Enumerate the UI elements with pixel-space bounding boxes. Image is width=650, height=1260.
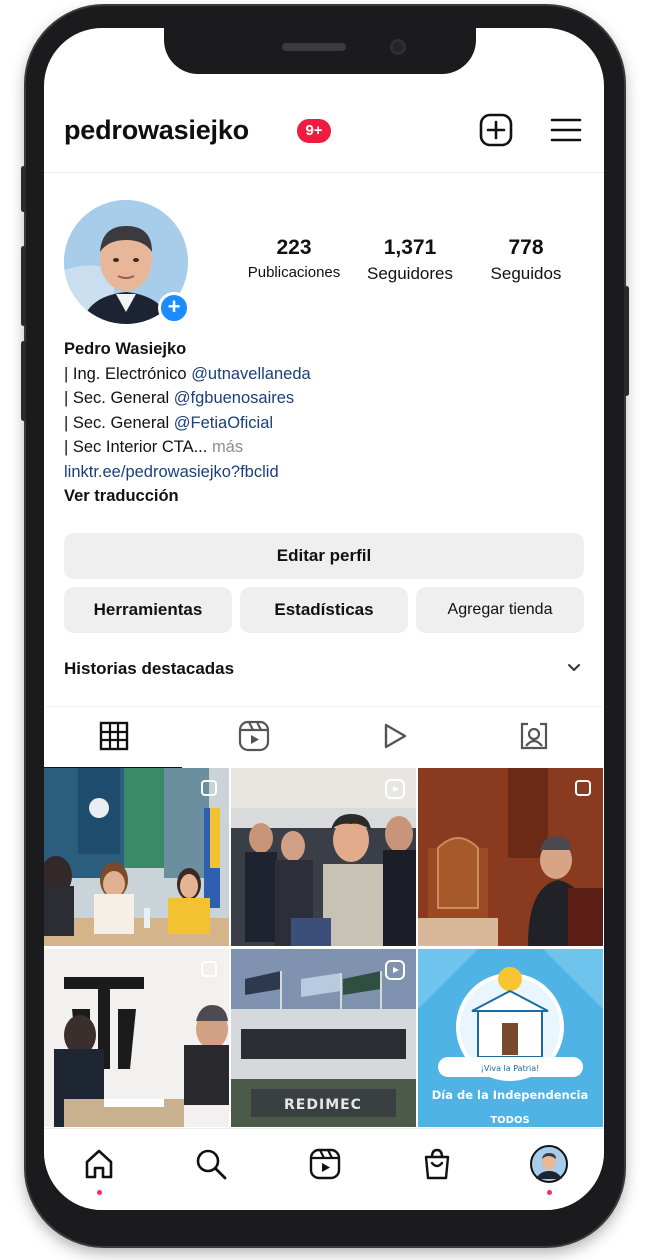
post-thumbnail[interactable] — [44, 768, 229, 946]
speaker — [282, 43, 346, 51]
video-play-icon — [379, 721, 409, 756]
tab-grid[interactable] — [44, 707, 184, 769]
profile-avatar — [530, 1144, 568, 1188]
tagged-icon — [518, 720, 550, 757]
independence-small-text: ¡Viva la Patria! — [481, 1064, 540, 1073]
home-icon — [82, 1147, 116, 1186]
notch — [164, 28, 476, 74]
bio-text: | Ing. Electrónico — [64, 364, 192, 383]
following-count: 778 — [508, 236, 544, 259]
front-camera — [390, 39, 406, 55]
mute-switch — [21, 166, 26, 212]
independence-title: Día de la Independencia — [432, 1088, 588, 1102]
username-title[interactable]: pedrowasiejko — [64, 115, 249, 146]
post-thumbnail[interactable] — [44, 949, 229, 1127]
profile-avatar[interactable]: + — [64, 200, 190, 324]
bio-text: | Sec. General — [64, 389, 174, 407]
translate-link[interactable]: Ver traducción — [64, 484, 584, 509]
nav-home[interactable] — [76, 1143, 122, 1195]
profile-tabs — [44, 706, 604, 769]
post-thumbnail[interactable]: ¡Viva la Patria! Día de la Independencia… — [418, 949, 603, 1127]
followers-count: 1,371 — [383, 236, 437, 259]
add-story-button[interactable]: + — [158, 292, 190, 324]
bio-line: | Sec Interior CTA... más — [64, 435, 584, 460]
display-name: Pedro Wasiejko — [64, 340, 187, 358]
independence-footer: TODOS — [490, 1115, 529, 1126]
tools-button[interactable]: Herramientas — [64, 587, 232, 633]
nav-shop[interactable] — [414, 1143, 460, 1189]
add-shop-button[interactable]: Agregar tienda — [416, 587, 584, 633]
insights-button[interactable]: Estadísticas — [240, 587, 408, 633]
redimec-sign: REDIMEC — [284, 1097, 362, 1113]
shop-icon — [420, 1147, 454, 1186]
bio-text: | Sec. General — [64, 413, 174, 432]
profile-header: pedrowasiejko 9+ — [44, 110, 604, 154]
volume-down-button — [21, 341, 26, 421]
posts-grid: REDIMEC ¡Viva la Patria! Día de la Indep… — [44, 768, 604, 1128]
tab-reels[interactable] — [184, 707, 324, 769]
bottom-navigation — [44, 1128, 604, 1210]
post-thumbnail[interactable] — [231, 768, 416, 946]
screen: pedrowasiejko 9+ + 223 Publicaciones 1,3… — [44, 28, 604, 1210]
highlights-row[interactable]: Historias destacadas — [64, 654, 584, 684]
more-link[interactable]: más — [212, 438, 243, 456]
bio-line: | Sec. General @fgbuenosaires — [64, 386, 584, 411]
posts-count: 223 — [276, 236, 312, 259]
power-button — [624, 286, 629, 396]
mention-link[interactable]: @utnavellaneda — [191, 365, 311, 383]
header-divider — [44, 172, 604, 173]
bio-text: | Sec Interior CTA... — [64, 438, 212, 456]
following-label: Seguidos — [490, 264, 562, 283]
nav-profile[interactable] — [526, 1143, 572, 1195]
posts-label: Publicaciones — [247, 264, 341, 281]
reels-icon — [384, 778, 406, 800]
edit-profile-button[interactable]: Editar perfil — [64, 533, 584, 579]
reels-icon — [308, 1147, 342, 1186]
tab-tagged[interactable] — [464, 707, 604, 769]
reels-icon — [384, 959, 406, 981]
search-icon — [194, 1147, 228, 1186]
notification-dot — [97, 1190, 102, 1195]
post-thumbnail[interactable] — [418, 768, 603, 946]
post-thumbnail[interactable]: REDIMEC — [231, 949, 416, 1127]
stat-following[interactable]: 778 Seguidos — [474, 236, 578, 284]
tab-videos[interactable] — [324, 707, 464, 769]
plus-square-icon[interactable] — [476, 110, 516, 150]
mention-link[interactable]: @FetiaOficial — [174, 414, 273, 432]
carousel-icon — [199, 778, 219, 798]
bio-line: | Ing. Electrónico @utnavellaneda — [64, 362, 584, 387]
nav-reels[interactable] — [302, 1143, 348, 1189]
notification-dot — [547, 1190, 552, 1195]
volume-up-button — [21, 246, 26, 326]
profile-bio: Pedro Wasiejko | Ing. Electrónico @utnav… — [64, 337, 584, 509]
stat-posts: 223 Publicaciones — [240, 236, 348, 281]
hamburger-icon[interactable] — [546, 110, 586, 150]
grid-icon — [99, 721, 129, 756]
reels-icon — [238, 720, 270, 757]
chevron-down-icon[interactable] — [564, 658, 584, 683]
nav-search[interactable] — [188, 1143, 234, 1189]
carousel-icon — [199, 959, 219, 979]
stat-followers[interactable]: 1,371 Seguidores — [354, 236, 466, 284]
bio-line: | Sec. General @FetiaOficial — [64, 411, 584, 436]
followers-label: Seguidores — [366, 264, 453, 283]
highlights-label: Historias destacadas — [64, 659, 235, 678]
carousel-icon — [573, 778, 593, 798]
profile-website-link[interactable]: linktr.ee/pedrowasiejko?fbclid — [64, 460, 584, 485]
mention-link[interactable]: @fgbuenosaires — [174, 389, 294, 407]
notification-badge[interactable]: 9+ — [297, 119, 331, 143]
